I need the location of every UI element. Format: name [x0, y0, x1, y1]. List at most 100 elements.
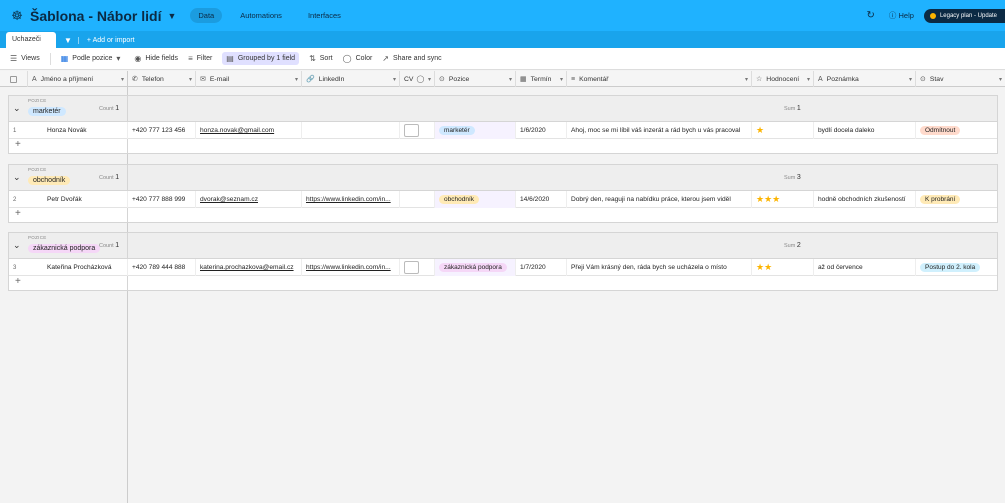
- group-button[interactable]: ▤ Grouped by 1 field: [222, 52, 300, 65]
- select-all-checkbox[interactable]: [0, 71, 28, 87]
- group-header[interactable]: ⌄ POZICE marketér Count 1 Sum 1: [9, 96, 997, 122]
- column-header-linkedin[interactable]: 🔗 LinkedIn ▾: [302, 71, 400, 87]
- email-cell[interactable]: honza.novak@gmail.com: [196, 122, 302, 139]
- table-row[interactable]: 3 Kateřina Procházková +420 789 444 888 …: [9, 259, 997, 276]
- legacy-plan-badge[interactable]: Legacy plan - Update: [923, 8, 1005, 23]
- rating-cell[interactable]: ★: [752, 122, 814, 139]
- column-header-komentar[interactable]: ≡ Komentář ▾: [567, 71, 752, 87]
- add-record-row[interactable]: +: [9, 208, 997, 222]
- star-icon[interactable]: ★: [756, 194, 764, 205]
- attachment-box[interactable]: [404, 261, 419, 274]
- poznamka-cell[interactable]: hodně obchodních zkušeností: [814, 191, 916, 208]
- view-switcher[interactable]: ▦ Podle pozice ▾: [61, 54, 125, 63]
- group-header[interactable]: ⌄ POZICE obchodník Count 1 Sum 3: [9, 165, 997, 191]
- name-cell[interactable]: Kateřina Procházková: [43, 259, 128, 276]
- cv-cell[interactable]: [400, 259, 435, 276]
- linkedin-cell[interactable]: [302, 122, 400, 139]
- name-cell[interactable]: Honza Novák: [43, 122, 128, 139]
- star-icon[interactable]: ★: [756, 262, 764, 273]
- group-value-pill: obchodník: [28, 176, 71, 185]
- linkedin-cell[interactable]: https://www.linkedin.com/in...: [302, 259, 400, 276]
- email-cell[interactable]: dvorak@seznam.cz: [196, 191, 302, 208]
- add-record-row[interactable]: +: [9, 139, 997, 153]
- group-header[interactable]: ⌄ POZICE zákaznická podpora Count 1 Sum …: [9, 233, 997, 259]
- history-icon[interactable]: ↻: [867, 10, 875, 21]
- star-icon[interactable]: ★: [756, 125, 764, 136]
- chevron-down-icon[interactable]: ⌄: [13, 240, 21, 251]
- share-button[interactable]: ↗ Share and sync: [382, 54, 441, 63]
- pozice-cell[interactable]: zákaznická podpora: [435, 259, 516, 276]
- divider: [49, 52, 51, 65]
- termin-cell[interactable]: 1/6/2020: [516, 122, 567, 139]
- chevron-down-icon[interactable]: ⌄: [13, 103, 21, 114]
- nav-automations[interactable]: Automations: [232, 8, 290, 23]
- add-record-row[interactable]: +: [9, 276, 997, 290]
- chevron-down-icon[interactable]: ▼: [64, 36, 72, 45]
- sort-button[interactable]: ⇅ Sort: [309, 54, 333, 63]
- chevron-down-icon[interactable]: ⌄: [13, 172, 21, 183]
- divider: [127, 139, 128, 153]
- divider: [127, 165, 128, 191]
- nav-data[interactable]: Data: [190, 8, 223, 23]
- column-header-email[interactable]: ✉ E-mail ▾: [196, 71, 302, 87]
- phone-cell[interactable]: +420 789 444 888: [128, 259, 196, 276]
- name-cell[interactable]: Petr Dvořák: [43, 191, 128, 208]
- attachment-box[interactable]: [404, 124, 419, 137]
- komentar-cell[interactable]: Přeji Vám krásný den, ráda bych se ucház…: [567, 259, 752, 276]
- plus-icon[interactable]: +: [15, 276, 21, 287]
- poznamka-cell[interactable]: až od července: [814, 259, 916, 276]
- share-icon: ↗: [382, 54, 389, 63]
- filter-button[interactable]: ≡ Filter: [188, 54, 212, 63]
- chevron-down-icon[interactable]: ▼: [167, 11, 176, 21]
- komentar-cell[interactable]: Dobrý den, reaguji na nabídku práce, kte…: [567, 191, 752, 208]
- email-cell[interactable]: katerina.prochazkova@email.cz: [196, 259, 302, 276]
- poznamka-cell[interactable]: bydlí docela daleko: [814, 122, 916, 139]
- column-header-name[interactable]: A Jméno a příjmení ▾: [28, 71, 128, 87]
- table-row[interactable]: 1 Honza Novák +420 777 123 456 honza.nov…: [9, 122, 997, 139]
- column-header-pozice[interactable]: ⊙ Pozice ▾: [435, 71, 516, 87]
- plus-icon[interactable]: +: [15, 208, 21, 219]
- group-sum: Sum 2: [784, 242, 801, 249]
- sum-label: Sum: [784, 175, 796, 181]
- pozice-cell[interactable]: obchodník: [435, 191, 516, 208]
- color-button[interactable]: ◯ Color: [343, 54, 373, 63]
- help-button[interactable]: ⓘ Help: [889, 10, 914, 21]
- base-title[interactable]: Šablona - Nábor lidí: [30, 8, 161, 24]
- cv-cell[interactable]: [400, 122, 435, 139]
- column-header-poznamka[interactable]: A Poznámka ▾: [814, 71, 916, 87]
- column-header-termin[interactable]: ▦ Termín ▾: [516, 71, 567, 87]
- add-or-import-button[interactable]: + Add or import: [77, 37, 135, 44]
- pozice-cell[interactable]: marketér: [435, 122, 516, 139]
- chevron-down-icon: ▾: [116, 54, 121, 63]
- phone-cell[interactable]: +420 777 888 999: [128, 191, 196, 208]
- column-header-stav[interactable]: ⊙ Stav ▾: [916, 71, 1005, 87]
- column-header-label: LinkedIn: [318, 75, 345, 83]
- table-row[interactable]: 2 Petr Dvořák +420 777 888 999 dvorak@se…: [9, 191, 997, 208]
- rating-cell[interactable]: ★ ★ ★: [752, 191, 814, 208]
- column-header-hodnoceni[interactable]: ☆ Hodnocení ▾: [752, 71, 814, 87]
- chevron-down-icon: ▾: [392, 76, 396, 83]
- komentar-cell[interactable]: Ahoj, moc se mi líbil váš inzerát a rád …: [567, 122, 752, 139]
- views-button[interactable]: ☰ Views: [10, 54, 40, 63]
- tab-uchazeci[interactable]: Uchazeči: [6, 32, 56, 48]
- column-header-phone[interactable]: ✆ Telefon ▾: [128, 71, 196, 87]
- linkedin-cell[interactable]: https://www.linkedin.com/in...: [302, 191, 400, 208]
- group-field-label: POZICE: [28, 167, 47, 172]
- termin-cell[interactable]: 1/7/2020: [516, 259, 567, 276]
- hide-fields-button[interactable]: ◉ Hide fields: [134, 54, 178, 63]
- star-icon[interactable]: ★: [764, 262, 772, 273]
- plus-icon[interactable]: +: [15, 139, 21, 150]
- cv-cell[interactable]: [400, 191, 435, 208]
- chevron-down-icon: ▾: [806, 76, 810, 83]
- rating-cell[interactable]: ★ ★: [752, 259, 814, 276]
- phone-cell[interactable]: +420 777 123 456: [128, 122, 196, 139]
- stav-cell[interactable]: Postup do 2. kola: [916, 259, 999, 276]
- column-header-cv[interactable]: CV ◯ ▾: [400, 71, 435, 87]
- star-icon[interactable]: ★: [764, 194, 772, 205]
- filter-label: Filter: [196, 55, 213, 62]
- termin-cell[interactable]: 14/6/2020: [516, 191, 567, 208]
- star-icon[interactable]: ★: [772, 194, 780, 205]
- nav-interfaces[interactable]: Interfaces: [300, 8, 349, 23]
- stav-cell[interactable]: K probrání: [916, 191, 999, 208]
- stav-cell[interactable]: Odmítnout: [916, 122, 999, 139]
